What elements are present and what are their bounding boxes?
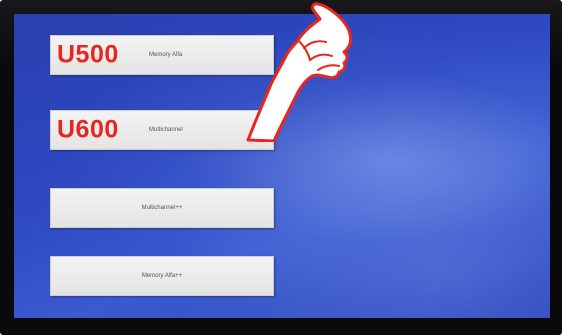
memory-alfa-label: Memory Alfa: [149, 52, 183, 58]
multichannel-plus-label: Multichannel++: [141, 205, 183, 211]
multichannel-plus-button[interactable]: Multichannel++: [50, 188, 274, 228]
model-code-u500: U500: [57, 40, 119, 69]
memory-alfa-plus-button[interactable]: Memory Alfa++: [50, 256, 274, 296]
multichannel-label: Multichannel: [149, 127, 183, 133]
model-code-u600: U600: [57, 115, 119, 144]
pointing-hand-icon: [246, 2, 353, 142]
memory-alfa-plus-label: Memory Alfa++: [141, 273, 183, 279]
